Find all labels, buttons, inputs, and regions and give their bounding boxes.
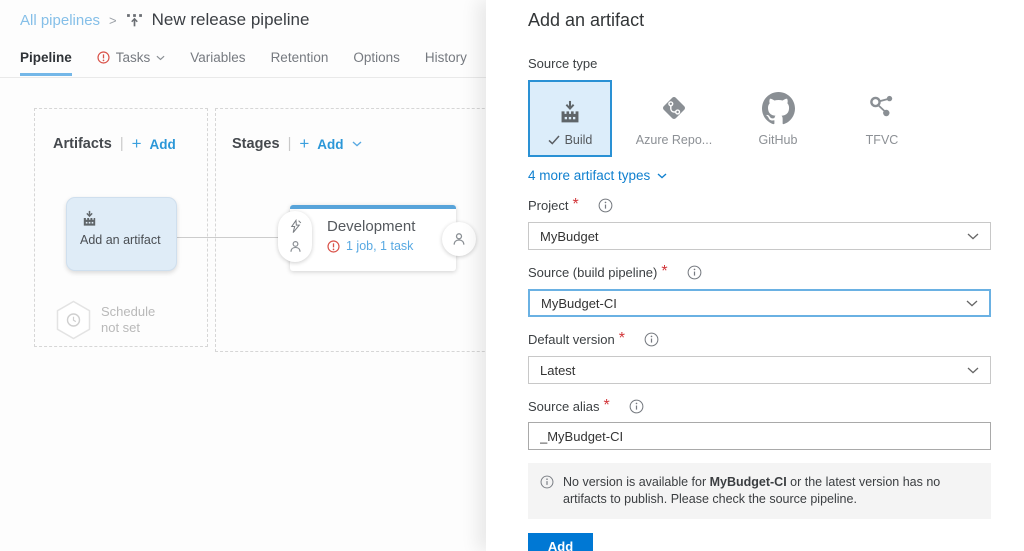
warning-icon [327,239,340,253]
post-deployment-conditions[interactable] [442,222,476,256]
build-artifact-icon [80,209,176,228]
chevron-down-icon [967,233,979,240]
source-type-build-label: Build [548,133,592,147]
source-alias-field-label: Source alias * [528,397,991,415]
tab-tasks[interactable]: Tasks [97,50,166,73]
tab-history[interactable]: History [425,50,467,73]
project-field-label: Project * [528,196,991,214]
add-artifact-card[interactable]: Add an artifact [66,197,177,271]
source-type-tfvc[interactable]: TFVC [840,80,924,157]
plus-icon: + [299,134,310,153]
info-icon[interactable] [629,399,644,414]
tab-pipeline[interactable]: Pipeline [20,50,72,76]
tab-options[interactable]: Options [353,50,400,73]
source-build-pipeline-dropdown[interactable]: MyBudget-CI [528,289,991,317]
source-type-azure-repos-label: Azure Repo... [635,132,713,147]
breadcrumb-all-pipelines-link[interactable]: All pipelines [20,12,100,29]
source-type-azure-repos[interactable]: Azure Repo... [632,80,716,157]
tab-bar: Pipeline Tasks Variables Retention Optio… [20,50,467,76]
default-version-field-label: Default version * [528,330,991,348]
chevron-down-icon [657,172,667,179]
tab-retention-label: Retention [270,50,329,65]
azure-repos-icon [657,91,691,125]
chevron-down-icon [156,55,165,61]
tab-pipeline-label: Pipeline [20,50,72,65]
source-type-github-label: GitHub [758,132,798,147]
post-deployment-approvals-icon [453,233,465,245]
divider: | [287,136,292,152]
no-version-notice: No version is available for MyBudget-CI … [528,463,991,519]
info-icon [540,475,554,508]
source-dropdown-value: MyBudget-CI [541,295,617,311]
add-artifact-card-label: Add an artifact [80,233,161,247]
required-asterisk: * [661,263,668,280]
tab-tasks-label: Tasks [115,50,151,65]
build-icon [557,91,583,125]
tab-variables-label: Variables [190,50,246,65]
more-artifact-types-link[interactable]: 4 more artifact types [528,168,991,183]
tab-variables[interactable]: Variables [190,50,245,73]
required-asterisk: * [618,330,625,347]
tfvc-icon [865,91,899,125]
source-type-tfvc-label: TFVC [865,132,899,147]
pre-deployment-approvals-icon[interactable] [288,239,303,254]
check-icon [548,135,560,145]
source-type-github[interactable]: GitHub [736,80,820,157]
add-artifact-panel: Add an artifact Source type Build Azure … [486,0,1024,551]
stages-title: Stages [232,136,280,152]
source-alias-input[interactable] [528,422,991,450]
breadcrumb: All pipelines > New release pipeline [20,10,309,30]
stage-topbar [290,205,456,209]
project-dropdown-value: MyBudget [540,228,599,244]
tab-history-label: History [424,50,467,65]
tab-retention[interactable]: Retention [271,50,329,73]
clock-hexagon-icon [55,300,92,340]
info-icon[interactable] [598,198,613,213]
stages-header: Stages | + Add [232,134,362,154]
release-pipeline-icon [126,12,143,29]
add-button[interactable]: Add [528,533,593,551]
chevron-down-icon [967,367,979,374]
source-type-label: Source type [528,56,598,71]
required-asterisk: * [572,196,579,213]
schedule-label: Schedule not set [101,304,156,335]
required-asterisk: * [603,397,610,414]
chevron-down-icon [352,141,362,147]
artifacts-header: Artifacts | + Add [53,134,176,154]
panel-title: Add an artifact [528,10,645,30]
breadcrumb-separator: > [109,12,117,28]
info-icon[interactable] [687,265,702,280]
release-pipeline-editor: All pipelines > New release pipeline Pip… [0,0,1024,551]
notice-text: No version is available for MyBudget-CI … [563,475,941,506]
pre-deployment-conditions [278,211,312,262]
project-dropdown[interactable]: MyBudget [528,222,991,250]
stage-jobs-tasks-link[interactable]: 1 job, 1 task [346,239,413,253]
tab-options-label: Options [353,50,400,65]
source-field-label: Source (build pipeline) * [528,263,991,281]
page-title: New release pipeline [151,10,310,29]
chevron-down-icon [966,300,978,307]
add-stage-button[interactable]: Add [317,137,343,152]
version-dropdown-value: Latest [540,362,576,378]
warning-icon [97,51,110,64]
pipeline-canvas: Artifacts | + Add Stages | + Add Add an … [0,78,515,551]
plus-icon: + [131,134,142,153]
github-icon [761,91,795,125]
artifact-stage-connector [177,237,281,238]
default-version-dropdown[interactable]: Latest [528,356,991,384]
divider: | [119,136,124,152]
stage-name: Development [327,218,416,235]
info-icon[interactable] [644,332,659,347]
add-artifact-button[interactable]: Add [150,137,176,152]
artifacts-title: Artifacts [53,136,112,152]
pre-deployment-trigger-icon[interactable] [288,219,303,234]
stage-card-development[interactable]: Development 1 job, 1 task [290,205,456,271]
source-type-tiles: Build Azure Repo... GitHub TFVC [528,80,991,157]
source-type-build[interactable]: Build [528,80,612,157]
schedule-trigger[interactable]: Schedule not set [55,300,155,340]
